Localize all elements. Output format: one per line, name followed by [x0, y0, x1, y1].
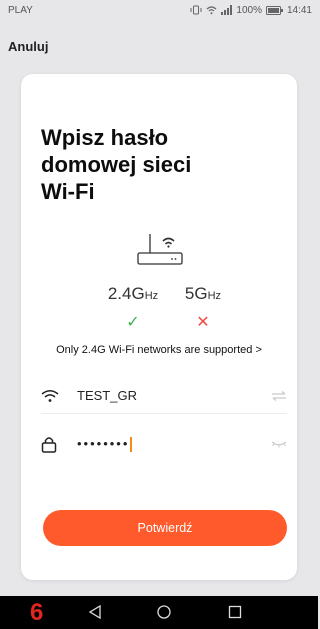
- cross-icon: ✕: [196, 314, 210, 331]
- system-nav-bar: 6: [0, 596, 318, 629]
- signal-icon: [221, 5, 233, 15]
- top-bar: Anuluj: [0, 34, 318, 58]
- wifi-password-card: Wpisz hasło domowej sieci Wi-Fi 2.4GHz 5…: [21, 74, 297, 580]
- chevron-right-icon: >: [255, 344, 262, 356]
- confirm-button[interactable]: Potwierdź: [43, 510, 287, 546]
- band-24-unit: Hz: [144, 290, 159, 302]
- title-line-1: Wpisz hasło: [41, 125, 169, 150]
- page-title: Wpisz hasło domowej sieci Wi-Fi: [41, 124, 241, 205]
- switch-network-icon[interactable]: [263, 390, 287, 401]
- title-line-3: Wi-Fi: [41, 179, 95, 204]
- recent-apps-icon[interactable]: [228, 605, 242, 619]
- text-caret: [130, 437, 133, 453]
- carrier-label: PLAY: [8, 4, 33, 16]
- clock: 14:41: [286, 4, 312, 16]
- status-icons: 100% 14:41: [190, 5, 312, 16]
- lock-icon: [41, 436, 67, 453]
- router-icon: [137, 234, 183, 265]
- band-2-4ghz: 2.4GHz: [103, 284, 163, 304]
- vibrate-icon: [190, 5, 202, 15]
- password-value: ••••••••: [77, 435, 130, 451]
- password-input[interactable]: ••••••••: [67, 435, 263, 453]
- band-5-value: 5G: [184, 284, 208, 303]
- band-24-value: 2.4G: [107, 284, 145, 303]
- ssid-value: TEST_GR: [77, 388, 137, 403]
- eye-closed-icon[interactable]: [263, 440, 287, 448]
- wifi-status-icon: [206, 6, 217, 15]
- supported-text: Only 2.4G Wi-Fi networks are supported: [56, 344, 253, 356]
- title-line-2: domowej sieci: [41, 152, 192, 177]
- band-5-unit: Hz: [207, 290, 222, 302]
- overlay-digit: 6: [30, 599, 44, 626]
- band-5ghz: 5GHz: [173, 284, 233, 304]
- supported-networks-link[interactable]: Only 2.4G Wi-Fi networks are supported >: [21, 344, 297, 356]
- home-icon[interactable]: [157, 605, 171, 619]
- battery-percent: 100%: [236, 4, 262, 16]
- battery-icon: [265, 5, 283, 15]
- check-icon: ✓: [126, 314, 140, 331]
- cancel-button[interactable]: Anuluj: [8, 39, 48, 54]
- back-icon[interactable]: [88, 605, 102, 619]
- wifi-icon: [41, 389, 67, 403]
- password-field[interactable]: ••••••••: [41, 426, 287, 462]
- frequency-bands: 2.4GHz 5GHz ✓ ✕: [21, 284, 297, 334]
- ssid-field[interactable]: TEST_GR: [41, 378, 287, 414]
- status-bar: PLAY 100% 14:41: [0, 0, 318, 20]
